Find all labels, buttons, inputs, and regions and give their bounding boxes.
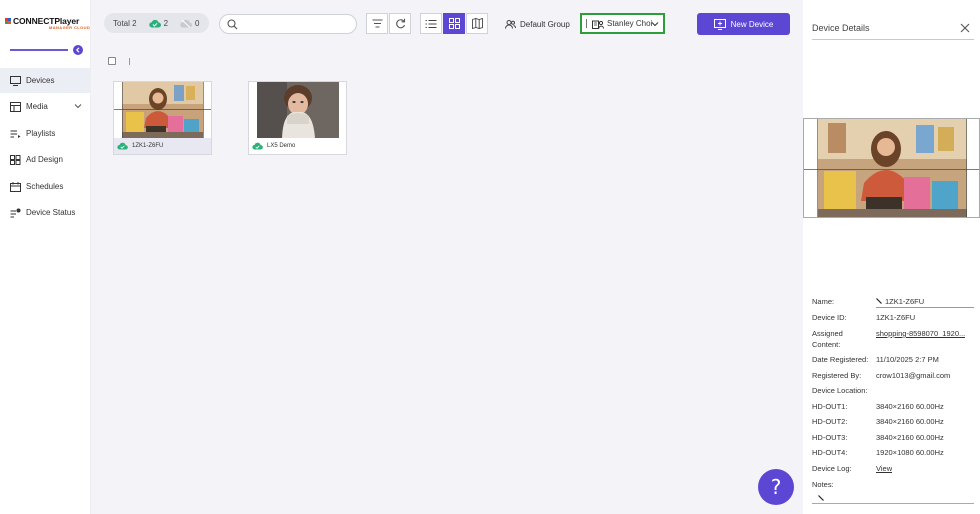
select-all-checkbox[interactable]	[108, 57, 116, 65]
grid-view-icon	[448, 18, 460, 29]
detail-row-notes: Notes:	[812, 480, 834, 489]
group-users-icon	[505, 19, 516, 29]
notes-field[interactable]	[812, 503, 974, 504]
detail-row-date-registered: Date Registered: 11/10/2025 2:7 PM	[812, 355, 939, 364]
sidebar-item-label: Schedules	[26, 182, 64, 191]
detail-row-hd-out4: HD-OUT4: 1920×1080 60.00Hz	[812, 448, 944, 457]
cloud-online-icon	[252, 142, 263, 150]
edit-pencil-icon[interactable]	[818, 495, 824, 501]
shopping-image	[114, 82, 211, 138]
group-selector[interactable]: Default Group	[505, 17, 570, 31]
new-device-button[interactable]: New Device	[697, 13, 790, 35]
sort-icon	[372, 19, 382, 28]
search-input[interactable]	[242, 17, 352, 31]
device-count-summary: Total 2 2 0	[104, 13, 209, 33]
chevron-down-icon	[651, 22, 659, 27]
sidebar-item-label: Device Status	[26, 208, 76, 217]
grid-view-button[interactable]	[443, 13, 465, 34]
device-thumbnail	[249, 82, 346, 138]
sort-button[interactable]	[366, 13, 388, 34]
chevron-left-icon	[75, 47, 80, 53]
group-label: Default Group	[520, 19, 570, 29]
playlist-icon	[10, 128, 21, 139]
close-icon[interactable]	[960, 23, 970, 33]
map-view-icon	[471, 18, 483, 29]
detail-row-hd-out2: HD-OUT2: 3840×2160 60.00Hz	[812, 417, 944, 426]
media-grid-icon	[10, 101, 21, 112]
search-icon	[227, 19, 238, 30]
device-name: 1ZK1-Z6FU	[132, 143, 164, 149]
cloud-offline-icon	[180, 19, 193, 28]
user-selector[interactable]: Stanley Choi	[580, 13, 665, 34]
device-status-icon	[10, 207, 21, 218]
view-log-link[interactable]: View	[876, 464, 892, 473]
list-view-button[interactable]	[420, 13, 442, 34]
sidebar-item-device-status[interactable]: Device Status	[0, 200, 90, 225]
sidebar-item-label: Ad Design	[26, 155, 63, 164]
cloud-online-icon	[148, 19, 161, 28]
detail-row-device-location: Device Location:	[812, 386, 868, 395]
help-button[interactable]: ?	[758, 469, 794, 505]
detail-row-hd-out3: HD-OUT3: 3840×2160 60.00Hz	[812, 433, 944, 442]
collapse-divider	[10, 49, 68, 51]
detail-row-device-log: Device Log: View	[812, 464, 893, 473]
sidebar-item-ad-design[interactable]: Ad Design	[0, 147, 90, 172]
sidebar-item-devices[interactable]: Devices	[0, 68, 90, 93]
brand-mark-icon	[5, 18, 11, 24]
cloud-online-icon	[117, 142, 128, 150]
device-card-1zk1-z6fu[interactable]: 1ZK1-Z6FU	[113, 81, 212, 155]
device-name: LX5 Demo	[267, 143, 296, 149]
sidebar-item-label: Playlists	[26, 129, 56, 138]
sidebar-item-label: Devices	[26, 76, 55, 85]
map-view-button[interactable]	[466, 13, 488, 34]
assigned-content-link[interactable]: shopping-8598070_1920...	[876, 329, 965, 338]
offline-count: 0	[195, 18, 200, 28]
ad-design-icon	[10, 154, 21, 165]
device-details-panel: Device Details Name: 1ZK1-Z6FU Device ID…	[803, 0, 980, 514]
new-device-label: New Device	[730, 19, 774, 29]
sidebar-item-schedules[interactable]: Schedules	[0, 174, 90, 199]
device-thumbnail	[114, 82, 211, 138]
device-card-lx5-demo[interactable]: LX5 Demo	[248, 81, 347, 155]
details-title: Device Details	[812, 23, 870, 33]
online-count: 2	[163, 18, 169, 28]
user-label: Stanley Choi	[607, 19, 653, 28]
detail-row-assigned-content: Assigned Content: shopping-8598070_1920.…	[812, 329, 966, 349]
brand-logo[interactable]: CONNECTPlayer MANAGER CLOUD	[5, 16, 91, 34]
detail-row-device-id: Device ID: 1ZK1-Z6FU	[812, 313, 916, 322]
toolbar-divider	[586, 19, 587, 28]
shopping-preview-image	[804, 119, 979, 217]
monitor-icon	[10, 75, 21, 86]
sidebar-item-playlists[interactable]: Playlists	[0, 121, 90, 146]
device-name-field[interactable]: 1ZK1-Z6FU	[876, 297, 924, 306]
edit-pencil-icon[interactable]	[876, 298, 882, 304]
chevron-down-icon[interactable]	[74, 102, 82, 110]
total-count: Total 2	[113, 18, 137, 28]
sidebar: CONNECTPlayer MANAGER CLOUD Devices Medi…	[0, 0, 91, 514]
refresh-button[interactable]	[389, 13, 411, 34]
search-box[interactable]	[219, 14, 357, 34]
selection-divider	[129, 58, 130, 65]
list-view-icon	[425, 19, 437, 28]
detail-row-hd-out1: HD-OUT1: 3840×2160 60.00Hz	[812, 402, 944, 411]
user-building-icon	[592, 20, 604, 29]
sidebar-item-label: Media	[26, 102, 48, 111]
collapse-sidebar-button[interactable]	[73, 45, 83, 55]
detail-row-registered-by: Registered By: crow1013@gmail.com	[812, 371, 951, 380]
calendar-icon	[10, 181, 21, 192]
portrait-image	[249, 82, 346, 138]
sidebar-item-media[interactable]: Media	[0, 94, 90, 119]
content-preview	[803, 118, 980, 218]
brand-subtitle: MANAGER CLOUD	[49, 25, 91, 30]
refresh-icon	[395, 18, 405, 29]
add-monitor-icon	[713, 18, 726, 30]
